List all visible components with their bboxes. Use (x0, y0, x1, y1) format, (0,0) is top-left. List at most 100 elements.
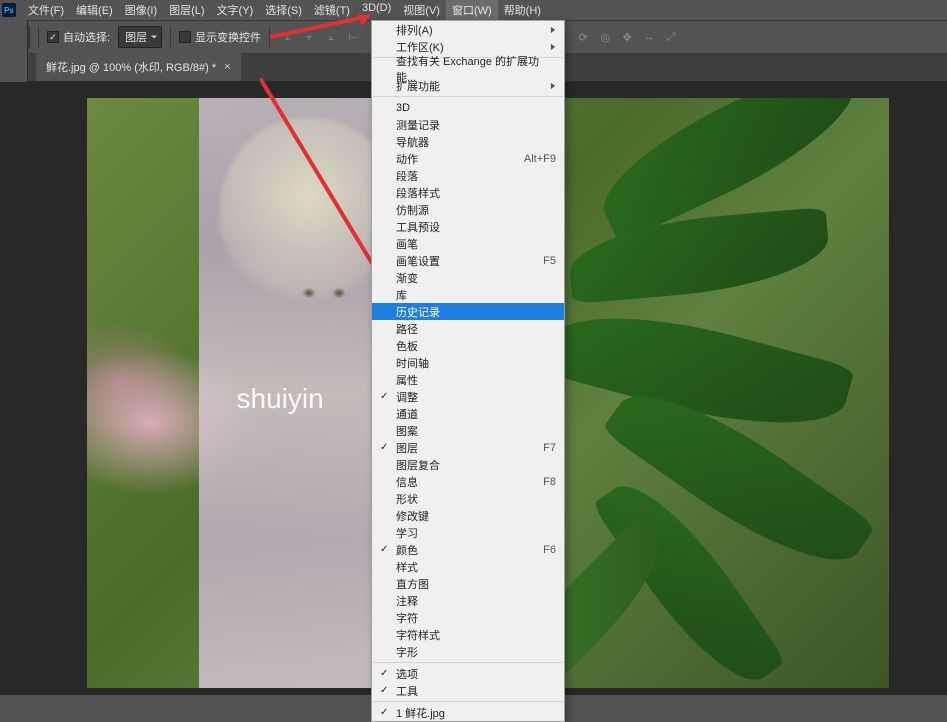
menu-item[interactable]: 1 鲜花.jpg (372, 704, 564, 721)
menu-item[interactable]: 工具预设 (372, 218, 564, 235)
menu-item[interactable]: 画笔设置F5 (372, 252, 564, 269)
menu-选择[interactable]: 选择(S) (259, 0, 308, 21)
menu-item-label: 画笔 (396, 236, 418, 252)
menu-item[interactable]: 形状 (372, 490, 564, 507)
menu-item[interactable]: 导航器 (372, 133, 564, 150)
menu-图层[interactable]: 图层(L) (163, 0, 210, 21)
menu-item[interactable]: 样式 (372, 558, 564, 575)
menu-item[interactable]: 修改键 (372, 507, 564, 524)
menu-item[interactable]: 图层 F7 (372, 439, 564, 456)
menu-item-label: 时间轴 (396, 355, 429, 371)
menu-item-label: 渐变 (396, 270, 418, 286)
menu-item-label: 色板 (396, 338, 418, 354)
3d-mode-controls: ⟳ ◎ ✥ ↔ ⤢ (574, 28, 680, 46)
menu-item[interactable]: 图案 (372, 422, 564, 439)
watermark-text: shuiyin (237, 383, 324, 415)
menu-item[interactable]: 时间轴 (372, 354, 564, 371)
menu-item-label: 库 (396, 287, 407, 303)
menu-item-label: 通道 (396, 406, 418, 422)
menu-item-label: 图层复合 (396, 457, 440, 473)
auto-select-checkbox[interactable]: 自动选择: (47, 29, 110, 45)
menu-item-shortcut: Alt+F9 (524, 153, 556, 165)
align-top-icon: ⫠ (278, 28, 296, 46)
3d-orbit-icon: ⟳ (574, 28, 592, 46)
menu-item-shortcut: F8 (543, 476, 556, 488)
menu-item[interactable]: 查找有关 Exchange 的扩展功能... (372, 60, 564, 77)
menu-item-shortcut: F6 (543, 544, 556, 556)
menu-文字[interactable]: 文字(Y) (211, 0, 260, 21)
menu-item[interactable]: 画笔 (372, 235, 564, 252)
align-bottom-icon: ⫠ (322, 28, 340, 46)
menu-item[interactable]: 3D (372, 99, 564, 116)
document-tab[interactable]: 鲜花.jpg @ 100% (水印, RGB/8#) * × (36, 53, 241, 81)
menu-item-label: 修改键 (396, 508, 429, 524)
menu-item[interactable]: 渐变 (372, 269, 564, 286)
menu-item-label: 测量记录 (396, 117, 440, 133)
menu-编辑[interactable]: 编辑(E) (70, 0, 119, 21)
menu-item-label: 图案 (396, 423, 418, 439)
menu-item-label: 字形 (396, 644, 418, 660)
menu-滤镜[interactable]: 滤镜(T) (308, 0, 356, 21)
menu-item[interactable]: 段落 (372, 167, 564, 184)
menu-item-label: 画笔设置 (396, 253, 440, 269)
menu-item-label: 字符样式 (396, 627, 440, 643)
menu-item[interactable]: 学习 (372, 524, 564, 541)
menu-帮助[interactable]: 帮助(H) (498, 0, 547, 21)
menu-item[interactable]: 字形 (372, 643, 564, 660)
menu-item-label: 属性 (396, 372, 418, 388)
menu-item-label: 样式 (396, 559, 418, 575)
close-icon[interactable]: × (224, 61, 230, 73)
menu-3d[interactable]: 3D(D) (356, 0, 397, 21)
show-transform-label: 显示变换控件 (195, 29, 261, 45)
menu-item[interactable]: 选项 (372, 665, 564, 682)
menu-item[interactable]: 图层复合 (372, 456, 564, 473)
menu-item-label: 工具预设 (396, 219, 440, 235)
menu-item[interactable]: 字符样式 (372, 626, 564, 643)
menu-item[interactable]: 通道 (372, 405, 564, 422)
menu-item[interactable]: 动作 Alt+F9 (372, 150, 564, 167)
menu-item-label: 选项 (396, 666, 418, 682)
window-menu-dropdown[interactable]: 排列(A)工作区(K)查找有关 Exchange 的扩展功能...扩展功能3D测… (371, 20, 565, 722)
auto-select-label: 自动选择: (63, 29, 110, 45)
menu-视图[interactable]: 视图(V) (397, 0, 446, 21)
menu-item-label: 注释 (396, 593, 418, 609)
menu-item[interactable]: 工具 (372, 682, 564, 699)
3d-roll-icon: ◎ (596, 28, 614, 46)
menu-item[interactable]: 信息F8 (372, 473, 564, 490)
show-transform-checkbox[interactable]: 显示变换控件 (179, 29, 261, 45)
menu-item-label: 学习 (396, 525, 418, 541)
menu-item[interactable]: 属性 (372, 371, 564, 388)
menu-item[interactable]: 注释 (372, 592, 564, 609)
menu-item[interactable]: 色板 (372, 337, 564, 354)
menu-item[interactable]: 段落样式 (372, 184, 564, 201)
menu-item[interactable]: 扩展功能 (372, 77, 564, 94)
menu-item-label: 图层 (396, 440, 418, 456)
menubar: Ps 文件(F)编辑(E)图像(I)图层(L)文字(Y)选择(S)滤镜(T)3D… (0, 0, 947, 20)
menu-窗口[interactable]: 窗口(W) (446, 0, 498, 21)
menu-item[interactable]: 调整 (372, 388, 564, 405)
menu-item[interactable]: 仿制源 (372, 201, 564, 218)
align-vcenter-icon: ⫟ (300, 28, 318, 46)
menu-item[interactable]: 直方图 (372, 575, 564, 592)
menu-item-label: 颜色 (396, 542, 418, 558)
menu-item[interactable]: 测量记录 (372, 116, 564, 133)
document-tab-title: 鲜花.jpg @ 100% (水印, RGB/8#) * (46, 59, 216, 75)
menu-item-label: 动作 (396, 151, 418, 167)
menu-item-label: 1 鲜花.jpg (396, 705, 445, 721)
menu-item[interactable]: 历史记录 (372, 303, 564, 320)
menu-文件[interactable]: 文件(F) (22, 0, 70, 21)
3d-slide-icon: ↔ (640, 28, 658, 46)
menu-item[interactable]: 库 (372, 286, 564, 303)
menu-图像[interactable]: 图像(I) (119, 0, 163, 21)
menu-item-label: 排列(A) (396, 22, 433, 38)
menu-item-label: 段落 (396, 168, 418, 184)
menu-item-label: 直方图 (396, 576, 429, 592)
menu-item[interactable]: 颜色 F6 (372, 541, 564, 558)
align-left-icon: ⊢ (344, 28, 362, 46)
menu-item[interactable]: 路径 (372, 320, 564, 337)
auto-select-dropdown[interactable]: 图层 (118, 26, 162, 48)
menu-item-shortcut: F7 (543, 442, 556, 454)
ps-logo: Ps (2, 3, 16, 17)
menu-item[interactable]: 排列(A) (372, 21, 564, 38)
menu-item[interactable]: 字符 (372, 609, 564, 626)
